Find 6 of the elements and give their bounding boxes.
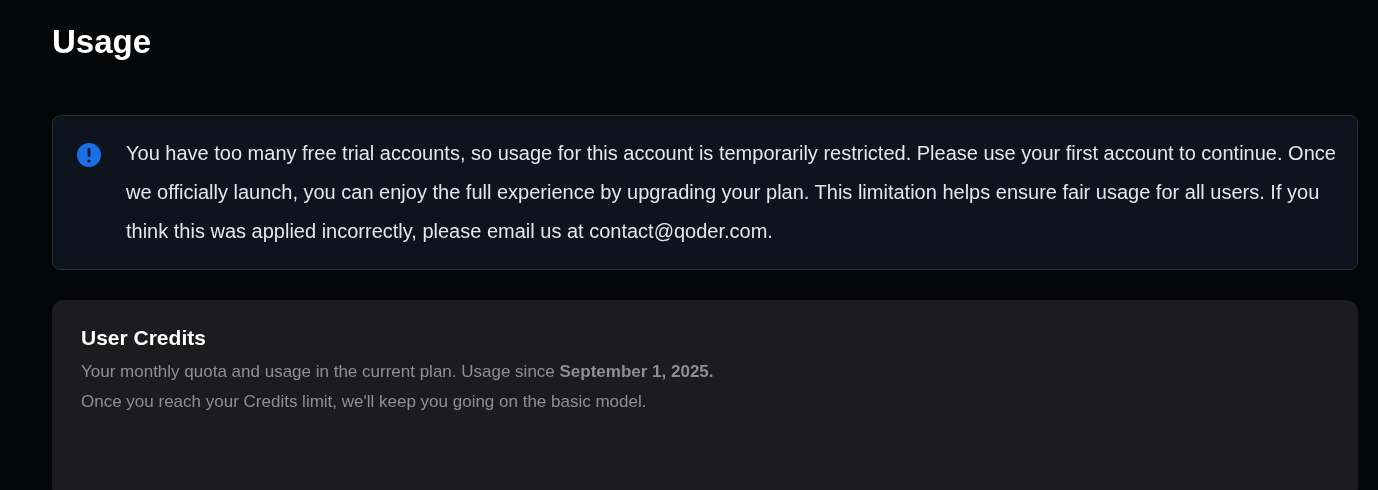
- alert-message: You have too many free trial accounts, so usage for this account is temporarily restricted. Please use your first account to continue. Once we officially launch, you can enjoy the full experience by upgrading your plan. This limitation helps ensure fair usage for all users. If you think this was applied incorrectly, please email us at contact@qoder.com.: [126, 141, 1337, 244]
- page-title: Usage: [52, 22, 152, 62]
- card-description: Your monthly quota and usage in the current plan. Usage since September 1, 2025.: [81, 361, 714, 383]
- card-title: User Credits: [81, 325, 206, 351]
- info-icon: [76, 142, 102, 168]
- card-description: Once you reach your Credits limit, we'll keep you going on the basic model.: [81, 391, 647, 413]
